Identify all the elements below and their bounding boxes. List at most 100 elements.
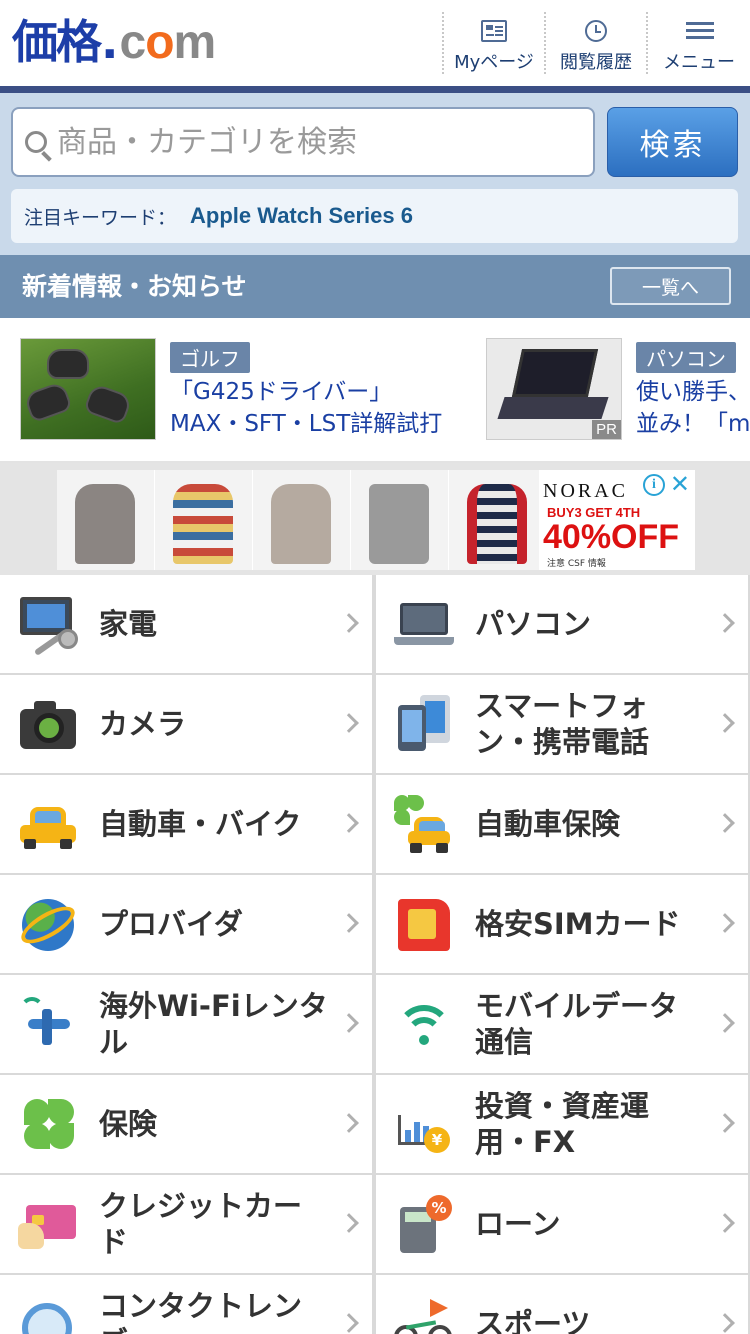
- ad-product-image: [351, 470, 448, 570]
- history-link[interactable]: 閲覧履歴: [544, 12, 646, 74]
- logo-c: c: [119, 16, 146, 69]
- featured-keyword-link[interactable]: Apple Watch Series 6: [190, 203, 413, 229]
- smartphone-icon: [394, 695, 454, 755]
- bicycle-icon: [394, 1295, 454, 1334]
- news-headline[interactable]: 使い勝手、並み！「m: [636, 376, 750, 440]
- chevron-right-icon: [715, 813, 735, 833]
- logo-kanji: 価格: [12, 15, 102, 69]
- category-label: パソコン: [475, 607, 592, 641]
- news-list-button[interactable]: 一覧へ: [610, 267, 731, 305]
- category-camera[interactable]: カメラ: [0, 675, 372, 773]
- logo-m: m: [173, 16, 217, 69]
- menu-label: メニュー: [663, 52, 735, 73]
- ad-product-image: [253, 470, 350, 570]
- car-icon: [18, 795, 78, 855]
- category-investment[interactable]: ¥ 投資・資産運用・FX: [376, 1075, 748, 1173]
- news-item[interactable]: PR パソコン 使い勝手、並み！「m: [486, 338, 750, 440]
- chevron-right-icon: [339, 913, 359, 933]
- category-pc[interactable]: パソコン: [376, 575, 748, 673]
- header: 価格 . com Myページ 閲覧履歴 メニュー: [0, 0, 750, 86]
- chevron-right-icon: [715, 1013, 735, 1033]
- chevron-right-icon: [339, 1213, 359, 1233]
- ad-banner[interactable]: NORAC BUY3 GET 4TH 40%OFF 注意 CSF 情報 i ✕: [57, 470, 695, 570]
- ad-brand: NORAC: [543, 480, 629, 502]
- category-label: スポーツ: [475, 1307, 591, 1334]
- category-mobile-data[interactable]: モバイルデータ通信: [376, 975, 748, 1073]
- news-title: 新着情報・お知らせ: [22, 272, 247, 301]
- category-label: 保険: [99, 1107, 158, 1141]
- news-carousel[interactable]: ゴルフ 「G425ドライバー」MAX・SFT・LST詳解試打 PR パソコン 使…: [0, 318, 750, 463]
- contact-lens-icon: [18, 1295, 78, 1334]
- clock-icon: [585, 20, 607, 42]
- menu-button[interactable]: メニュー: [646, 12, 750, 74]
- news-tag: ゴルフ: [170, 342, 250, 373]
- kakaku-logo[interactable]: 価格 . com: [12, 14, 217, 71]
- ad-product-image: [57, 470, 154, 570]
- category-label: クレジットカード: [99, 1189, 303, 1259]
- ad-fineprint: 注意 CSF 情報: [547, 559, 606, 569]
- search-area: 検索 注目キーワード： Apple Watch Series 6: [0, 93, 750, 255]
- history-label: 閲覧履歴: [560, 52, 632, 73]
- category-label: 格安SIMカード: [475, 907, 681, 941]
- category-label: プロバイダ: [99, 907, 243, 941]
- news-item[interactable]: ゴルフ 「G425ドライバー」MAX・SFT・LST詳解試打: [20, 338, 480, 440]
- category-contact-lens[interactable]: コンタクトレンズ: [0, 1275, 372, 1334]
- news-tag: パソコン: [636, 342, 736, 373]
- category-credit-card[interactable]: クレジットカード: [0, 1175, 372, 1273]
- credit-card-icon: [18, 1195, 78, 1255]
- laptop-thumbnail: PR: [486, 338, 622, 440]
- category-label: 自動車保険: [475, 807, 621, 841]
- search-input[interactable]: [57, 109, 587, 175]
- ad-info-icon[interactable]: i: [643, 474, 665, 496]
- sim-card-icon: [394, 895, 454, 955]
- ad-offer: 40%OFF: [543, 518, 680, 556]
- category-label: カメラ: [99, 707, 187, 741]
- search-icon: [25, 131, 47, 153]
- chevron-right-icon: [715, 913, 735, 933]
- category-loan[interactable]: % ローン: [376, 1175, 748, 1273]
- clover-icon: [18, 1095, 78, 1155]
- ad-product-image: [449, 470, 546, 570]
- category-label: 家電: [99, 607, 158, 641]
- category-label: 自動車・バイク: [99, 807, 302, 841]
- category-sim[interactable]: 格安SIMカード: [376, 875, 748, 973]
- ad-close-icon[interactable]: ✕: [670, 472, 690, 496]
- ad-area: NORAC BUY3 GET 4TH 40%OFF 注意 CSF 情報 i ✕: [0, 463, 750, 575]
- category-label: スマートフォン・携帯電話: [475, 689, 650, 759]
- featured-keyword-box: 注目キーワード： Apple Watch Series 6: [11, 189, 738, 243]
- chevron-right-icon: [715, 1213, 735, 1233]
- wifi-plane-icon: [18, 995, 78, 1055]
- category-provider[interactable]: プロバイダ: [0, 875, 372, 973]
- news-headline[interactable]: 「G425ドライバー」MAX・SFT・LST詳解試打: [170, 376, 460, 440]
- featured-keyword-label: 注目キーワード：: [24, 206, 177, 229]
- laptop-icon: [394, 595, 454, 655]
- car-insurance-icon: [394, 795, 454, 855]
- hamburger-menu-icon: [686, 20, 714, 42]
- camera-icon: [18, 695, 78, 755]
- chevron-right-icon: [339, 813, 359, 833]
- mypage-link[interactable]: Myページ: [442, 12, 544, 74]
- category-smartphone[interactable]: スマートフォン・携帯電話: [376, 675, 748, 773]
- category-label: 海外Wi-Fiレンタル: [99, 989, 328, 1059]
- globe-icon: [16, 895, 80, 955]
- chevron-right-icon: [715, 1313, 735, 1333]
- ad-product-image: [155, 470, 252, 570]
- category-label: モバイルデータ通信: [475, 989, 679, 1059]
- logo-latin: com: [119, 15, 217, 71]
- chevron-right-icon: [715, 713, 735, 733]
- category-car-bike[interactable]: 自動車・バイク: [0, 775, 372, 873]
- category-insurance[interactable]: 保険: [0, 1075, 372, 1173]
- category-appliances[interactable]: 家電: [0, 575, 372, 673]
- category-car-insurance[interactable]: 自動車保険: [376, 775, 748, 873]
- logo-dot: .: [101, 15, 119, 69]
- pr-badge: PR: [592, 420, 621, 439]
- search-box[interactable]: [11, 107, 595, 177]
- category-grid: 家電 パソコン カメラ スマートフォン・携帯電話 自動車・バイク 自動車保険 プ…: [0, 575, 750, 1334]
- calculator-icon: %: [394, 1195, 454, 1255]
- category-sports[interactable]: スポーツ: [376, 1275, 748, 1334]
- chevron-right-icon: [715, 1113, 735, 1133]
- wifi-icon: [394, 995, 454, 1055]
- category-wifi-rental[interactable]: 海外Wi-Fiレンタル: [0, 975, 372, 1073]
- header-divider: [0, 86, 750, 93]
- search-button[interactable]: 検索: [607, 107, 738, 177]
